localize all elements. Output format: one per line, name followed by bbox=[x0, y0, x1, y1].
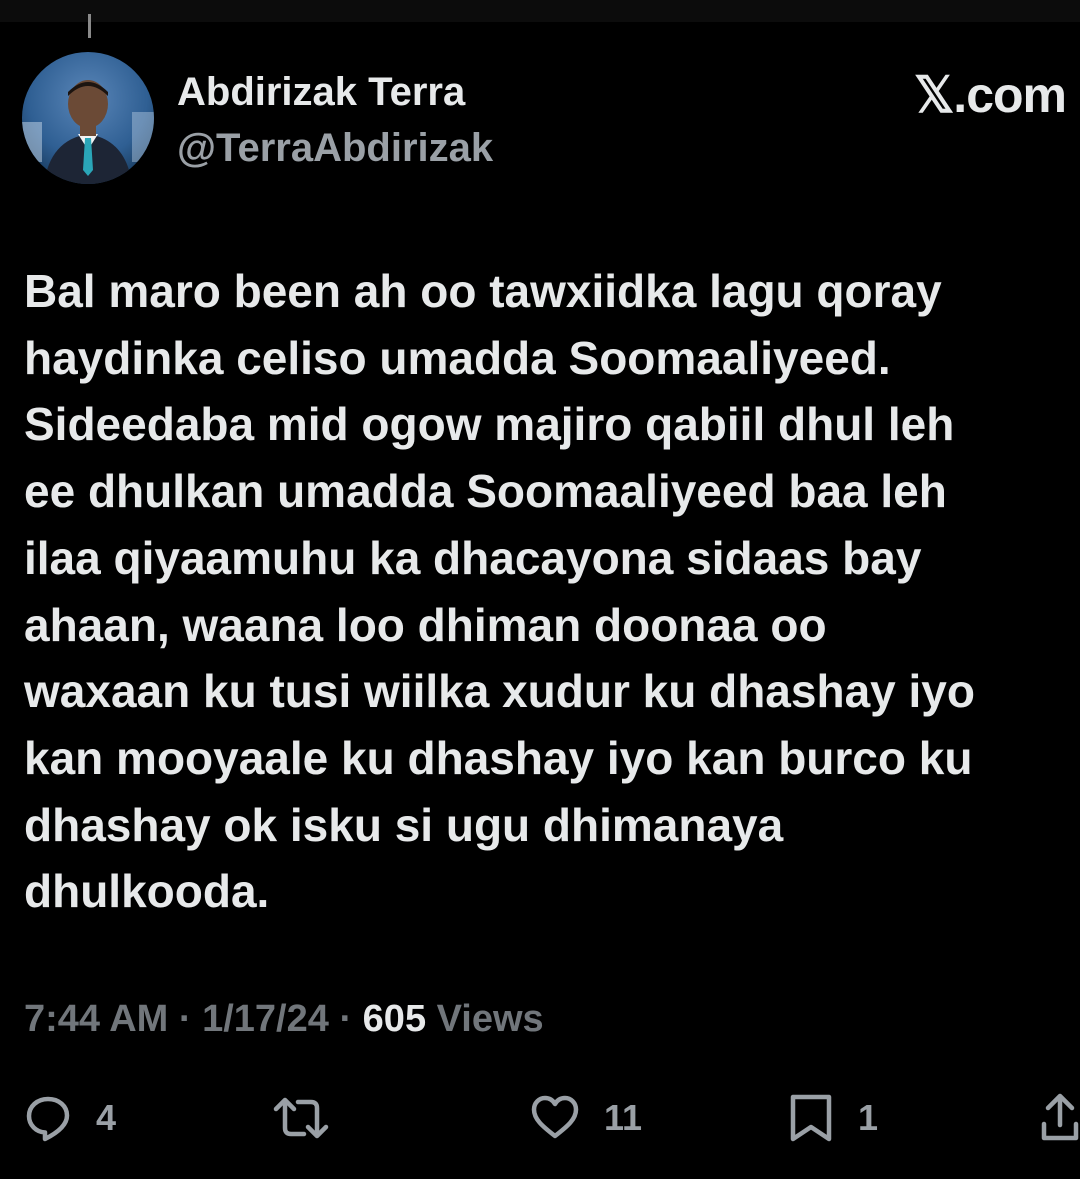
share-button[interactable] bbox=[1040, 1092, 1080, 1144]
heart-icon bbox=[530, 1094, 580, 1142]
author-display-name[interactable]: Abdirizak Terra bbox=[177, 70, 465, 115]
bookmark-icon bbox=[788, 1092, 834, 1144]
scroll-marker bbox=[88, 14, 91, 38]
tweet-date[interactable]: 1/17/24 bbox=[202, 998, 329, 1040]
x-brand-logo: 𝕏.com bbox=[914, 67, 1067, 123]
bookmark-button[interactable]: 1 bbox=[788, 1092, 878, 1144]
like-button[interactable]: 11 bbox=[530, 1092, 642, 1144]
avatar[interactable] bbox=[22, 52, 154, 184]
tweet-time[interactable]: 7:44 AM bbox=[24, 998, 168, 1040]
reply-count: 4 bbox=[96, 1097, 117, 1138]
meta-separator: · bbox=[168, 998, 203, 1040]
reply-icon bbox=[24, 1094, 72, 1142]
views-count: 605 bbox=[362, 998, 427, 1040]
like-count: 11 bbox=[604, 1097, 643, 1138]
repost-icon bbox=[272, 1094, 330, 1142]
top-edge-bar bbox=[0, 0, 1080, 22]
reply-button[interactable]: 4 bbox=[24, 1092, 116, 1144]
repost-button[interactable] bbox=[272, 1092, 354, 1144]
meta-separator: · bbox=[328, 998, 363, 1040]
tweet-text: Bal maro been ah oo tawxiidka lagu qoray… bbox=[24, 265, 975, 918]
author-handle[interactable]: @TerraAbdirizak bbox=[177, 126, 493, 171]
views-label: Views bbox=[436, 998, 544, 1040]
bookmark-count: 1 bbox=[858, 1097, 879, 1138]
share-icon bbox=[1040, 1092, 1080, 1144]
tweet-meta: 7:44 AM · 1/17/24 · 605 Views bbox=[24, 998, 544, 1041]
